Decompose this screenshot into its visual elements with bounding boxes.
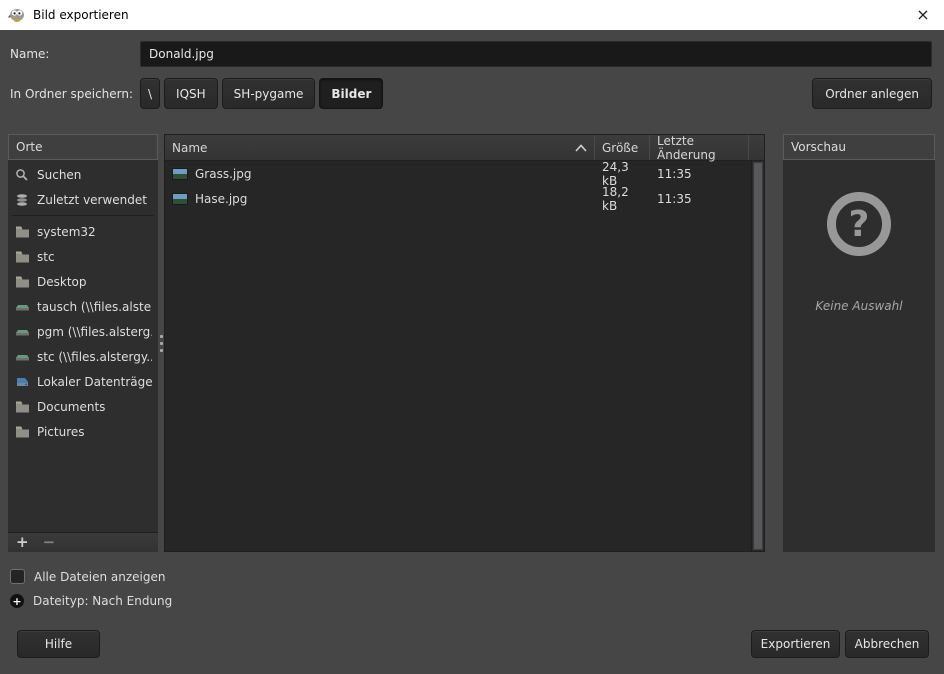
filename-input[interactable] bbox=[140, 41, 932, 67]
sidebar-item-label: pgm (\\files.alsterg... bbox=[37, 325, 152, 339]
table-row-grass[interactable]: Grass.jpg 24,3 kB 11:35 bbox=[165, 161, 751, 186]
cancel-button[interactable]: Abbrechen bbox=[845, 630, 929, 658]
breadcrumb-bilder-active[interactable]: Bilder bbox=[319, 78, 383, 109]
places-toolbar: + − bbox=[8, 532, 158, 552]
table-row-hase[interactable]: Hase.jpg 18,2 kB 11:35 bbox=[165, 186, 751, 211]
help-button[interactable]: Hilfe bbox=[17, 630, 100, 658]
file-modified: 11:35 bbox=[650, 167, 749, 181]
network-drive-icon bbox=[14, 299, 30, 315]
file-rows: Grass.jpg 24,3 kB 11:35 Hase.jpg 18,2 kB… bbox=[165, 161, 751, 551]
sidebar-item-label: Pictures bbox=[37, 425, 85, 439]
show-all-files-label: Alle Dateien anzeigen bbox=[34, 570, 165, 584]
sidebar-item-label: Zuletzt verwendet bbox=[37, 193, 147, 207]
folder-icon bbox=[14, 399, 30, 415]
places-list: Suchen Zuletzt verwendet system32 stc bbox=[8, 160, 158, 532]
file-size: 18,2 kB bbox=[595, 185, 650, 213]
breadcrumb: \ IQSH SH-pygame Bilder bbox=[140, 78, 383, 109]
local-drive-icon bbox=[14, 374, 30, 390]
folder-icon bbox=[14, 424, 30, 440]
sidebar-item-suchen[interactable]: Suchen bbox=[8, 162, 158, 187]
sidebar-item-zuletzt-verwendet[interactable]: Zuletzt verwendet bbox=[8, 187, 158, 212]
vertical-scrollbar[interactable] bbox=[751, 161, 764, 551]
places-sidebar: Orte Suchen Zuletzt verwendet system32 bbox=[8, 134, 158, 552]
save-in-folder-label: In Ordner speichern: bbox=[10, 87, 133, 101]
column-header-modified[interactable]: Letzte Änderung bbox=[650, 135, 749, 160]
image-thumbnail-icon bbox=[172, 193, 188, 205]
breadcrumb-iqsh[interactable]: IQSH bbox=[164, 78, 218, 109]
close-icon[interactable]: × bbox=[912, 4, 934, 26]
create-folder-button[interactable]: Ordner anlegen bbox=[812, 78, 932, 109]
sidebar-item-label: tausch (\\files.alste... bbox=[37, 300, 152, 314]
sidebar-item-stc[interactable]: stc bbox=[8, 244, 158, 269]
search-icon bbox=[14, 167, 30, 183]
filetype-expander-row: + Dateityp: Nach Endung bbox=[10, 594, 172, 608]
sidebar-item-stc-network[interactable]: stc (\\files.alstergy... bbox=[8, 344, 158, 369]
titlebar: Bild exportieren × bbox=[0, 0, 944, 30]
splitter-handle-icon bbox=[160, 335, 163, 352]
filetype-label: Dateityp: Nach Endung bbox=[33, 594, 172, 608]
sidebar-item-desktop[interactable]: Desktop bbox=[8, 269, 158, 294]
sidebar-item-pgm[interactable]: pgm (\\files.alsterg... bbox=[8, 319, 158, 344]
places-header[interactable]: Orte bbox=[8, 134, 158, 160]
preview-pane: Vorschau ? Keine Auswahl bbox=[783, 134, 935, 552]
file-name: Hase.jpg bbox=[195, 192, 247, 206]
column-header-pad bbox=[749, 135, 764, 160]
sidebar-item-tausch[interactable]: tausch (\\files.alste... bbox=[8, 294, 158, 319]
show-all-files-row: Alle Dateien anzeigen bbox=[10, 569, 165, 584]
sidebar-item-system32[interactable]: system32 bbox=[8, 219, 158, 244]
sidebar-item-label: Documents bbox=[37, 400, 105, 414]
network-drive-icon bbox=[14, 324, 30, 340]
export-button[interactable]: Exportieren bbox=[751, 630, 840, 658]
gimp-wilber-icon bbox=[8, 7, 26, 23]
sidebar-item-label: stc bbox=[37, 250, 55, 264]
preview-header: Vorschau bbox=[783, 134, 935, 160]
scrollbar-thumb[interactable] bbox=[753, 162, 763, 550]
show-all-files-checkbox[interactable] bbox=[10, 569, 25, 584]
remove-bookmark-button[interactable]: − bbox=[43, 535, 56, 550]
folder-icon bbox=[14, 249, 30, 265]
window-title: Bild exportieren bbox=[33, 8, 129, 22]
column-header-name[interactable]: Name bbox=[165, 135, 595, 160]
sidebar-item-label: Lokaler Datenträge... bbox=[37, 375, 152, 389]
expander-plus-icon[interactable]: + bbox=[10, 594, 24, 608]
folder-icon bbox=[14, 224, 30, 240]
folder-icon bbox=[14, 274, 30, 290]
sidebar-item-lokaler-datentraeger[interactable]: Lokaler Datenträge... bbox=[8, 369, 158, 394]
sidebar-item-label: system32 bbox=[37, 225, 96, 239]
sidebar-item-label: stc (\\files.alstergy... bbox=[37, 350, 152, 364]
sidebar-separator bbox=[12, 215, 154, 216]
add-bookmark-button[interactable]: + bbox=[16, 535, 29, 550]
name-label: Name: bbox=[10, 47, 49, 61]
breadcrumb-sh-pygame[interactable]: SH-pygame bbox=[222, 78, 316, 109]
column-header-size[interactable]: Größe bbox=[595, 135, 650, 160]
sidebar-item-documents[interactable]: Documents bbox=[8, 394, 158, 419]
file-list: Name Größe Letzte Änderung Grass.jpg 24,… bbox=[164, 134, 765, 552]
file-name: Grass.jpg bbox=[195, 167, 251, 181]
file-list-header: Name Größe Letzte Änderung bbox=[165, 135, 764, 161]
network-drive-icon bbox=[14, 349, 30, 365]
sidebar-item-label: Suchen bbox=[37, 168, 81, 182]
sort-ascending-icon bbox=[575, 144, 587, 152]
sidebar-item-pictures[interactable]: Pictures bbox=[8, 419, 158, 444]
image-thumbnail-icon bbox=[172, 168, 188, 180]
no-selection-text: Keine Auswahl bbox=[783, 299, 935, 313]
file-modified: 11:35 bbox=[650, 192, 749, 206]
recent-icon bbox=[14, 192, 30, 208]
question-mark-icon: ? bbox=[827, 192, 891, 256]
file-size: 24,3 kB bbox=[595, 160, 650, 188]
breadcrumb-root[interactable]: \ bbox=[140, 78, 160, 109]
sidebar-item-label: Desktop bbox=[37, 275, 87, 289]
